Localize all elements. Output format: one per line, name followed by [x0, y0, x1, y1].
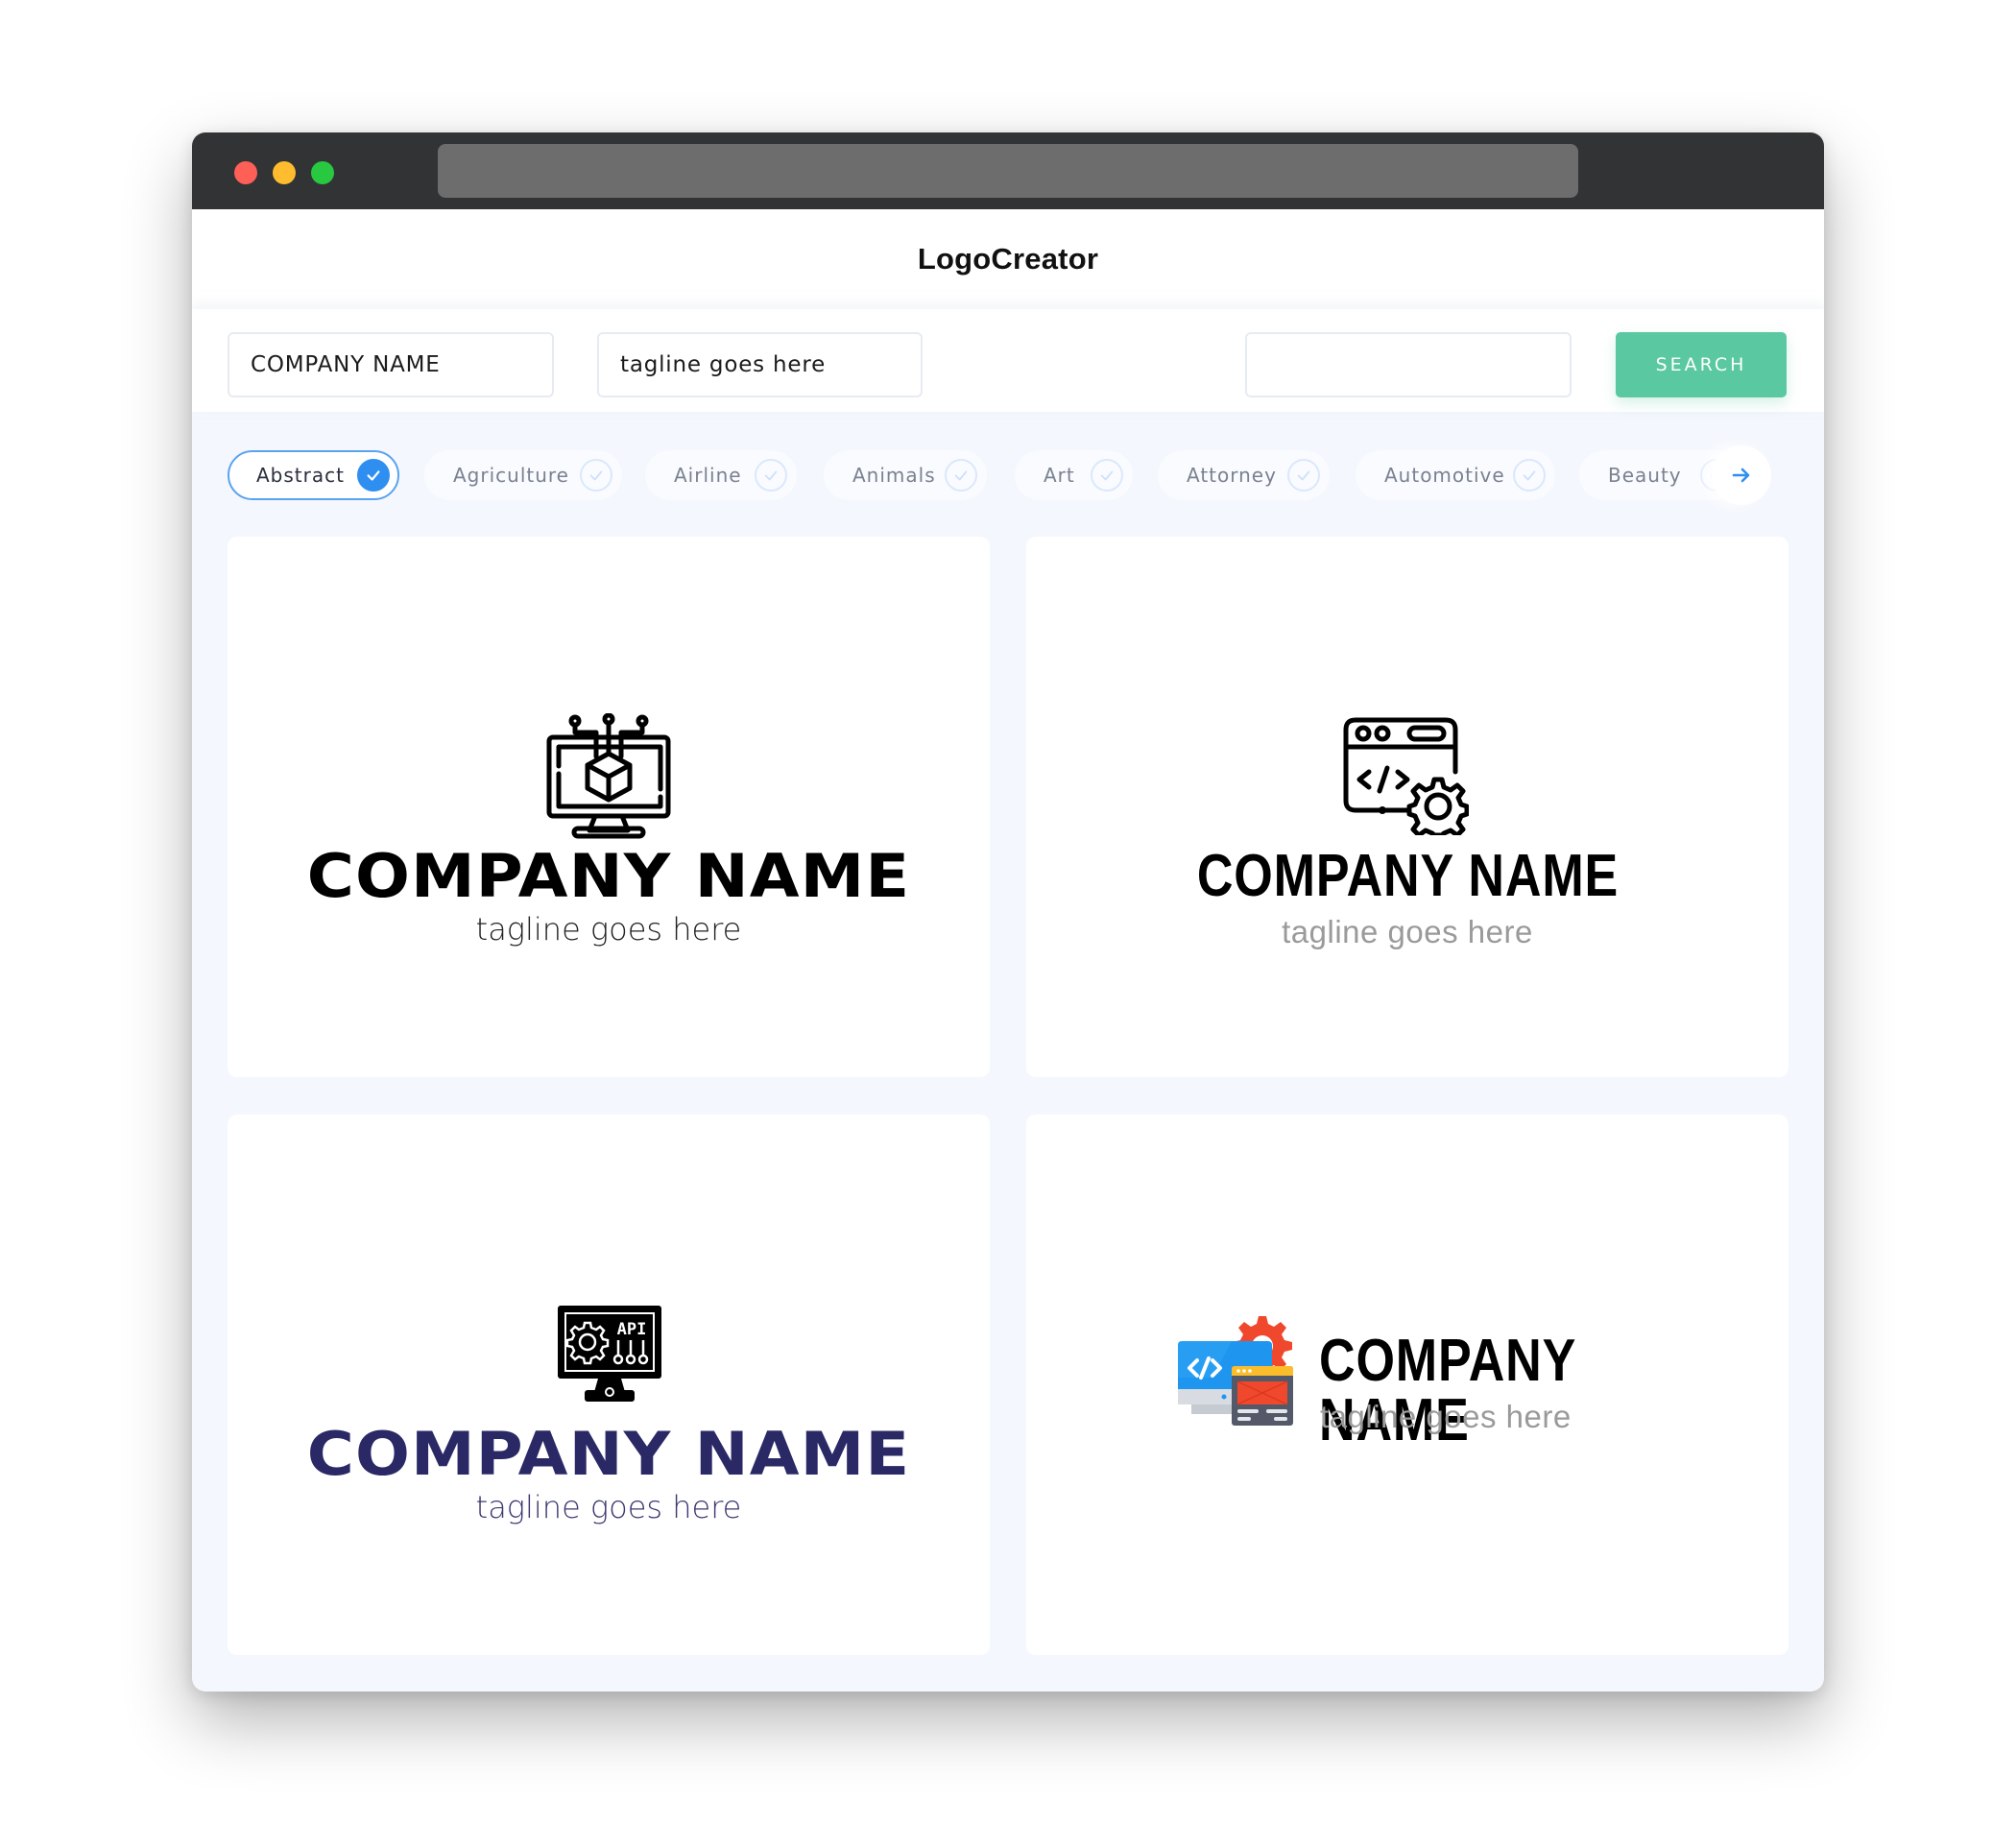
- category-chip-agriculture[interactable]: Agriculture: [424, 450, 622, 500]
- tagline-input[interactable]: [597, 332, 923, 397]
- category-chip-label: Beauty: [1608, 464, 1682, 487]
- check-icon: [1091, 459, 1123, 492]
- title-bar: [192, 132, 1824, 209]
- category-chip-animals[interactable]: Animals: [824, 450, 987, 500]
- check-icon: [357, 459, 390, 492]
- search-button[interactable]: SEARCH: [1616, 332, 1787, 397]
- close-window-button[interactable]: [234, 161, 257, 184]
- category-chip-label: Airline: [674, 464, 742, 487]
- category-chip-art[interactable]: Art: [1015, 450, 1133, 500]
- category-chip-abstract[interactable]: Abstract: [228, 450, 399, 500]
- address-bar[interactable]: [438, 144, 1578, 198]
- check-icon: [755, 459, 787, 492]
- svg-text:API: API: [617, 1320, 647, 1339]
- category-chip-attorney[interactable]: Attorney: [1158, 450, 1330, 500]
- minimize-window-button[interactable]: [273, 161, 296, 184]
- logo-company-name: COMPANY NAME: [306, 841, 911, 911]
- category-chip-label: Attorney: [1187, 464, 1277, 487]
- category-chip-label: Automotive: [1384, 464, 1505, 487]
- logo-card[interactable]: COMPANY NAME tagline goes here: [1026, 537, 1788, 1077]
- logo-tagline: tagline goes here: [475, 911, 742, 948]
- logo-card[interactable]: COMPANY NAME tagline goes here: [1026, 1115, 1788, 1655]
- browser-window: LogoCreator SEARCH Abstract Agriculture …: [192, 132, 1824, 1692]
- next-categories-button[interactable]: [1712, 445, 1771, 505]
- logo-card[interactable]: COMPANY NAME tagline goes here: [228, 537, 990, 1077]
- monitor-cube-network-icon: [546, 713, 671, 839]
- check-icon: [1513, 459, 1546, 492]
- category-chip-label: Abstract: [256, 464, 345, 487]
- arrow-right-icon: [1732, 468, 1750, 483]
- web-development-colored-icon: [1178, 1316, 1293, 1426]
- category-chip-label: Animals: [852, 464, 936, 487]
- check-icon: [945, 459, 977, 492]
- logo-company-name: COMPANY NAME: [306, 1419, 911, 1489]
- category-filter-bar: Abstract Agriculture Airline Animals Art: [192, 450, 1824, 500]
- app-header: LogoCreator: [192, 209, 1824, 309]
- check-icon: [580, 459, 612, 492]
- logo-tagline: tagline goes here: [1320, 1399, 1572, 1434]
- logo-tagline: tagline goes here: [475, 1489, 742, 1525]
- app-logo-title[interactable]: LogoCreator: [918, 242, 1098, 276]
- browser-code-gear-icon: [1343, 717, 1469, 835]
- logo-tagline: tagline goes here: [1282, 914, 1533, 949]
- search-bar: [192, 309, 1824, 412]
- category-chip-label: Art: [1044, 464, 1075, 487]
- category-chip-label: Agriculture: [453, 464, 569, 487]
- monitor-api-gear-icon: API: [558, 1306, 661, 1402]
- logo-company-name: COMPANY NAME: [1196, 843, 1619, 909]
- category-chip-automotive[interactable]: Automotive: [1356, 450, 1555, 500]
- company-name-input[interactable]: [228, 332, 554, 397]
- category-chip-airline[interactable]: Airline: [645, 450, 797, 500]
- logo-card[interactable]: API COMPANY NAME tagline goes here: [228, 1115, 990, 1655]
- maximize-window-button[interactable]: [311, 161, 334, 184]
- keyword-input[interactable]: [1245, 332, 1572, 397]
- check-icon: [1287, 459, 1320, 492]
